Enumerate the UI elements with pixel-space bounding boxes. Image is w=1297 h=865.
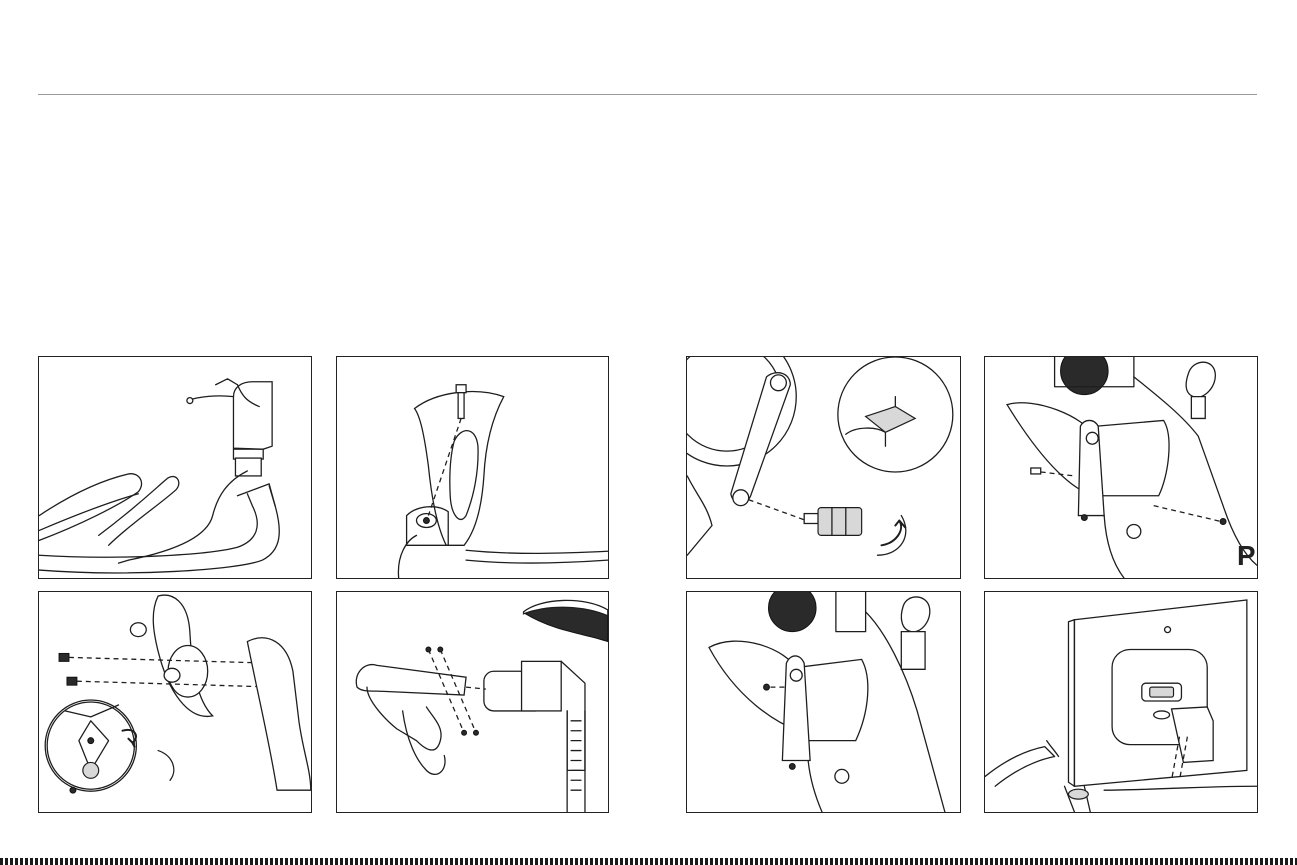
pedal-attachment-icon bbox=[687, 357, 954, 556]
front-cover-final-icon bbox=[708, 592, 946, 812]
illustration-bottle-holder-panel bbox=[38, 591, 312, 813]
page-bottom-edge bbox=[0, 858, 1297, 865]
touchscreen-mount-icon bbox=[985, 599, 1257, 812]
svg-text:P: P bbox=[1237, 540, 1256, 571]
front-cover-screws-icon: P bbox=[1006, 357, 1257, 578]
header-divider-rule bbox=[38, 94, 1257, 95]
illustration-touchscreen-mount-panel bbox=[984, 591, 1258, 813]
seat-post-bolt-icon bbox=[397, 384, 608, 578]
seat-rail-icon bbox=[355, 599, 608, 812]
bottle-holder-icon bbox=[44, 594, 311, 794]
illustration-front-cover-screws-panel: P bbox=[984, 356, 1258, 579]
illustration-seat-rail-panel bbox=[336, 591, 609, 813]
illustration-seat-post-bolt-panel bbox=[336, 356, 609, 579]
illustration-pedal-attachment-panel bbox=[686, 356, 961, 579]
illustration-power-cable-panel bbox=[38, 356, 312, 579]
illustration-front-cover-final-panel bbox=[686, 591, 961, 813]
power-cable-icon bbox=[39, 378, 280, 574]
